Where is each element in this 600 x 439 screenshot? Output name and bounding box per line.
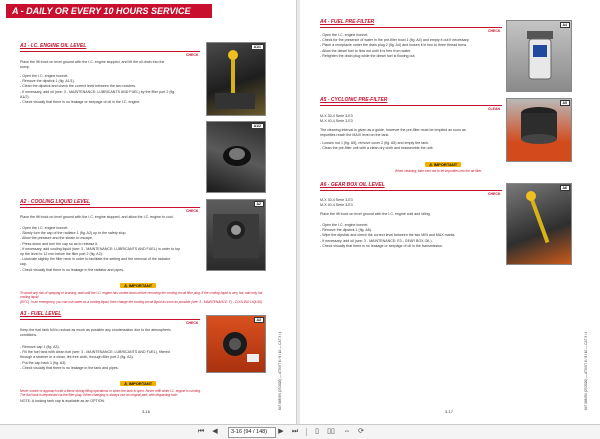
a5-models: M-X 30-4 Serie 3-E3 M-X 40-4 Serie 3-E3 — [320, 114, 353, 124]
last-page-icon[interactable]: ⏭ — [290, 427, 300, 437]
radiator-cap-graphic — [213, 214, 259, 258]
a5-important-banner: ⚠ IMPORTANT — [425, 162, 462, 167]
a1-photo-2: A1/2 — [206, 121, 266, 193]
a2-tag: CHECK — [186, 209, 199, 213]
right-page: A4 - FUEL PRE-FILTER CHECK - Open the I.… — [300, 0, 600, 424]
right-page-number: 3-17 — [445, 409, 454, 414]
a1-intro: Place the lift truck on level ground wit… — [20, 60, 165, 70]
previous-page-icon[interactable]: ◀ — [210, 427, 220, 437]
a1-rule — [20, 51, 200, 52]
left-side-code: 647 068 EN (07/2020) — ATX/XT 6 / 8 / 10… — [278, 331, 282, 410]
a1-fig-1-label: A1/1 — [250, 44, 264, 50]
dipstick-graphic — [215, 50, 255, 109]
fuel-prefilter-graphic — [527, 31, 553, 80]
a2-rule — [20, 207, 200, 208]
a4-steps: - Open the I.C. engine bonnet. - Check fo… — [320, 33, 470, 58]
pdf-viewer: A - DAILY OR EVERY 10 HOURS SERVICE A1 -… — [0, 0, 600, 439]
a3-rule — [20, 319, 200, 320]
right-side-code: 647 068 EN (07/2020) — ATX/XT 6 / 8 / 10… — [584, 331, 588, 410]
a5-steps: - Loosen nut 1 (fig. A5), remove cover 2… — [320, 141, 434, 151]
rotate-icon[interactable]: ⟳ — [356, 427, 366, 437]
gearbox-dipstick-graphic — [526, 191, 550, 244]
a5-fig-label: A5 — [559, 100, 570, 106]
a6-heading: A6 - GEAR BOX OIL LEVEL — [320, 182, 385, 188]
a3-warning: Never smoke or approach with a flame dur… — [20, 389, 201, 398]
a6-models: M-X 30-4 Serie 3-E3 M-X 40-4 Serie 3-E3 — [320, 198, 353, 208]
toolbar-separator — [306, 428, 307, 436]
a3-photo: A3 — [206, 315, 266, 373]
a5-photo: A5 — [506, 98, 572, 162]
a5-warning: When cleaning, take care not to let impu… — [395, 169, 483, 173]
a2-steps: - Open the I.C. engine bonnet. - Slowly t… — [20, 226, 181, 272]
two-page-view-icon[interactable]: ▯▯ — [326, 427, 336, 437]
a6-steps: - Open the I.C. engine bonnet. - Remove t… — [320, 223, 456, 248]
a3-fig-label: A3 — [253, 317, 264, 323]
a2-fig-label: A2 — [253, 201, 264, 207]
a6-intro: Place the lift truck on level ground wit… — [320, 212, 431, 216]
a6-tag: CHECK — [488, 192, 501, 196]
next-page-icon[interactable]: ▶ — [276, 427, 286, 437]
a6-fig-label: A6 — [559, 185, 570, 191]
page-number-input[interactable]: 3-16 (94 / 148) — [228, 427, 276, 438]
a3-intro: Keep the fuel tank full to reduce as muc… — [20, 328, 171, 338]
a6-photo: A6 — [506, 183, 572, 265]
left-page: A - DAILY OR EVERY 10 HOURS SERVICE A1 -… — [0, 0, 297, 424]
a2-photo: A2 — [206, 199, 266, 271]
a3-important-banner: ⚠ IMPORTANT — [120, 381, 157, 386]
left-page-number: 3-16 — [142, 409, 151, 414]
cyclonic-prefilter-graphic — [521, 107, 557, 144]
a3-tag: CHECK — [186, 321, 199, 325]
a3-note: NOTE: A locking tank cap is available as… — [20, 399, 106, 403]
a2-heading: A2 - COOLING LIQUID LEVEL — [20, 199, 91, 205]
a5-tag: CLEAN — [488, 107, 501, 111]
a1-heading: A1 - I.C. ENGINE OIL LEVEL — [20, 43, 87, 49]
a3-steps: - Remove cap 1 (fig. A3). - Fill the fuel… — [20, 345, 170, 370]
fuel-cap-graphic — [223, 332, 259, 362]
a5-rule — [320, 105, 502, 106]
a3-heading: A3 - FUEL LEVEL — [20, 311, 62, 317]
pdf-toolbar: ⏮ ◀ 3-16 (94 / 148) ▶ ⏭ ▯ ▯▯ ⇔ ⟳ — [0, 424, 600, 439]
a2-important-banner: ⚠ IMPORTANT — [120, 283, 157, 288]
a5-intro: The cleaning interval is given as a guid… — [320, 128, 466, 138]
a6-rule — [320, 190, 502, 191]
a2-intro: Place the lift truck on level ground wit… — [20, 215, 174, 219]
a4-fig-label: A4 — [559, 22, 570, 28]
single-page-view-icon[interactable]: ▯ — [312, 427, 322, 437]
filler-port-graphic — [223, 146, 251, 166]
a1-photo-1: A1/1 — [206, 42, 266, 116]
a2-warning: To avoid any risk of spraying or bruisin… — [20, 291, 263, 304]
a4-rule — [320, 27, 502, 28]
first-page-icon[interactable]: ⏮ — [196, 427, 206, 437]
a4-photo: A4 — [506, 20, 572, 92]
a5-heading: A5 - CYCLONIC PRE-FILTER — [320, 97, 388, 103]
a4-heading: A4 - FUEL PRE-FILTER — [320, 19, 375, 25]
a1-fig-2-label: A1/2 — [250, 123, 264, 129]
a1-steps: - Open the I.C. engine bonnet. - Remove t… — [20, 74, 176, 105]
a1-tag: CHECK — [186, 53, 199, 57]
fit-width-icon[interactable]: ⇔ — [342, 427, 352, 437]
section-title: A - DAILY OR EVERY 10 HOURS SERVICE — [6, 4, 212, 18]
